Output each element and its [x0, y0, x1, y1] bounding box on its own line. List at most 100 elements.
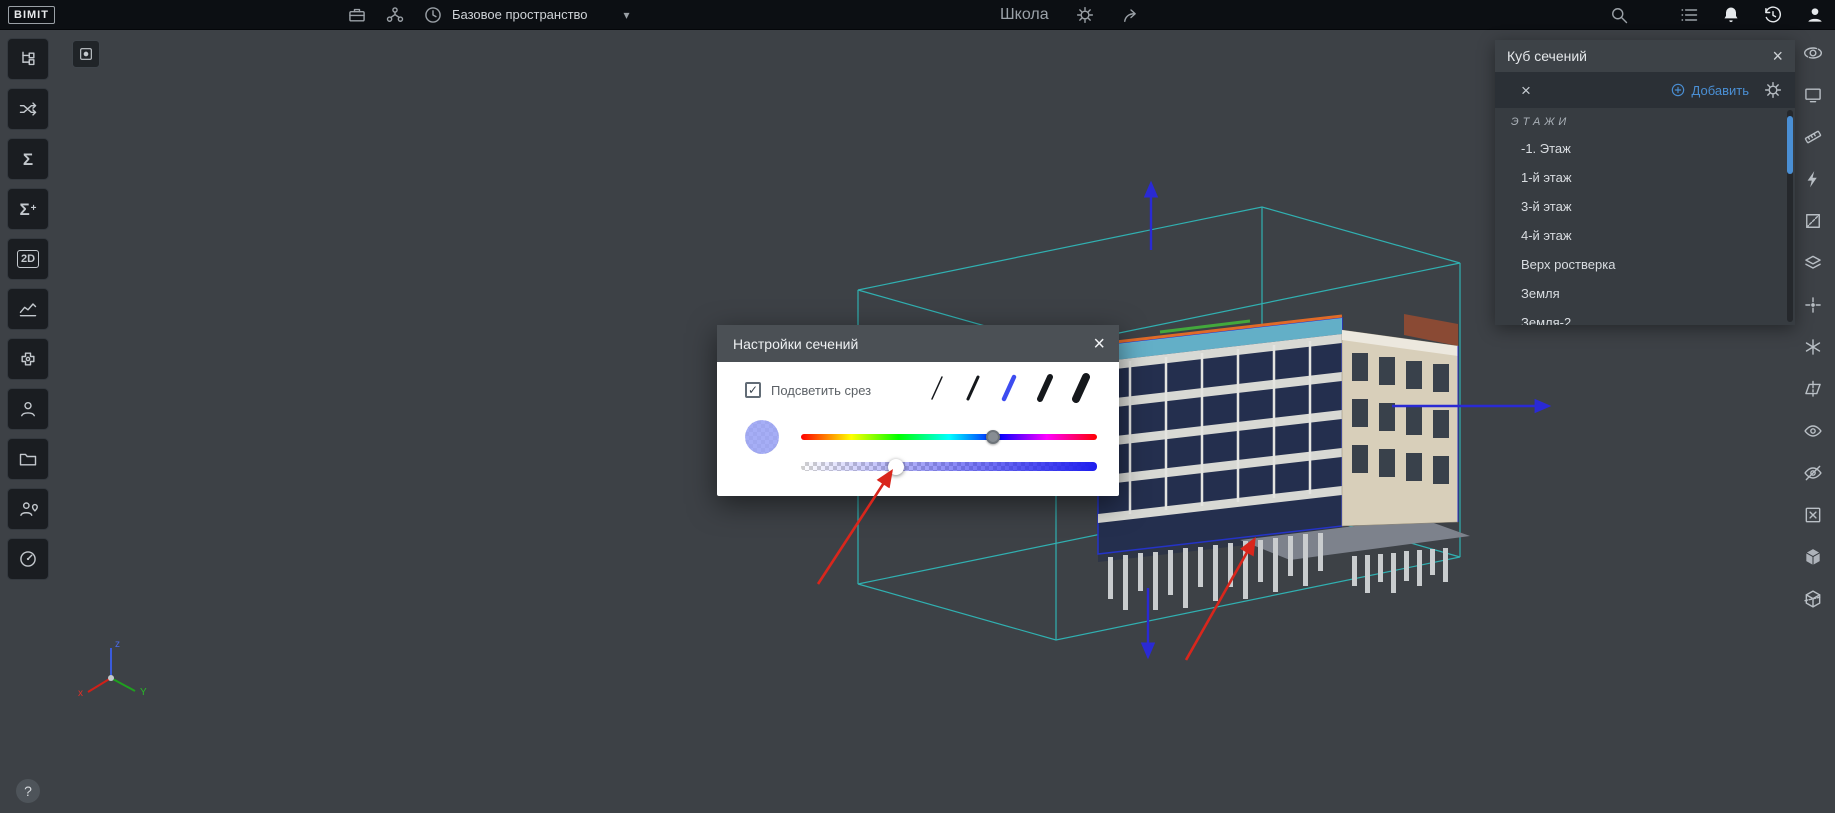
- line-weight-option[interactable]: [968, 377, 978, 399]
- line-weight-option-selected[interactable]: [1004, 377, 1014, 399]
- alpha-slider[interactable]: [801, 462, 1097, 471]
- measure-button[interactable]: [1798, 122, 1828, 152]
- sigma-icon: Σ: [23, 151, 33, 168]
- cube-button[interactable]: [1798, 542, 1828, 572]
- color-swatch[interactable]: [745, 420, 779, 454]
- links-button[interactable]: [7, 88, 49, 130]
- projects-button[interactable]: [347, 5, 367, 25]
- project-title: Школа: [1000, 6, 1049, 24]
- panel-scrollbar[interactable]: [1787, 110, 1793, 322]
- gauge-icon: [18, 549, 38, 569]
- time-tracking-button[interactable]: [423, 5, 443, 25]
- hide-elements-button[interactable]: [1798, 458, 1828, 488]
- org-icon: [385, 5, 405, 25]
- totals-add-button[interactable]: Σ+: [7, 188, 49, 230]
- bell-icon: [1721, 5, 1741, 25]
- list-item[interactable]: 3-й этаж: [1495, 192, 1795, 221]
- hue-slider[interactable]: [801, 434, 1097, 440]
- lightning-icon: [1803, 169, 1823, 189]
- list-icon: [1679, 5, 1699, 25]
- topbar: BIMIT Базовое пространство ▾ Школа: [0, 0, 1835, 30]
- clash-button[interactable]: [1798, 164, 1828, 194]
- 2d-view-button[interactable]: 2D: [7, 238, 49, 280]
- share-button[interactable]: [1121, 5, 1141, 25]
- gear-icon: [1075, 5, 1095, 25]
- model-structure-button[interactable]: [7, 38, 49, 80]
- alpha-slider-handle[interactable]: [888, 459, 904, 475]
- building-model[interactable]: [1076, 314, 1470, 610]
- puzzle-icon: [18, 349, 38, 369]
- dialog-close-button[interactable]: ×: [1093, 334, 1105, 354]
- hue-slider-handle[interactable]: [986, 430, 1000, 444]
- show-elements-button[interactable]: [1798, 416, 1828, 446]
- organization-button[interactable]: [385, 5, 405, 25]
- share-icon: [1121, 5, 1141, 25]
- totals-button[interactable]: Σ: [7, 138, 49, 180]
- color-swatch-fill: [745, 420, 779, 454]
- users-button[interactable]: [7, 388, 49, 430]
- section-cube-button[interactable]: [1798, 584, 1828, 614]
- workspace-selector[interactable]: Базовое пространство ▾: [452, 0, 630, 29]
- section-view-button[interactable]: [1798, 206, 1828, 236]
- section-cube-icon: [1803, 589, 1823, 609]
- point-icon: [1803, 295, 1823, 315]
- account-button[interactable]: [1805, 5, 1825, 25]
- task-list-button[interactable]: [1679, 5, 1699, 25]
- chevron-down-icon: ▾: [624, 8, 630, 22]
- project-settings-button[interactable]: [1075, 5, 1095, 25]
- point-button[interactable]: [1798, 290, 1828, 320]
- panel-scrollbar-thumb[interactable]: [1787, 116, 1793, 174]
- history-button[interactable]: [1763, 5, 1783, 25]
- fit-view-button[interactable]: [1798, 80, 1828, 110]
- right-toolbar: [1795, 38, 1831, 614]
- section-cube-panel: Куб сечений × × Добавить ЭТАЖИ -1. Этаж …: [1495, 40, 1795, 325]
- focus-view-button[interactable]: [72, 40, 100, 68]
- list-item[interactable]: -1. Этаж: [1495, 134, 1795, 163]
- user-location-button[interactable]: [7, 488, 49, 530]
- ruler-icon: [1803, 127, 1823, 147]
- dashboard-button[interactable]: [7, 538, 49, 580]
- charts-button[interactable]: [7, 288, 49, 330]
- line-weight-option[interactable]: [1040, 377, 1050, 399]
- project-files-button[interactable]: [7, 438, 49, 480]
- workspace-label: Базовое пространство: [452, 7, 588, 22]
- left-toolbar: Σ Σ+ 2D: [7, 38, 51, 580]
- orbit-button[interactable]: [1798, 38, 1828, 68]
- cube-icon: [1803, 547, 1823, 567]
- app-logo[interactable]: BIMIT: [8, 6, 55, 24]
- highlight-slice-checkbox[interactable]: ✓: [745, 382, 761, 398]
- notifications-button[interactable]: [1721, 5, 1741, 25]
- storeys-list: ЭТАЖИ -1. Этаж 1-й этаж 3-й этаж 4-й эта…: [1495, 108, 1795, 325]
- panel-title: Куб сечений: [1507, 48, 1587, 64]
- panel-close-button[interactable]: ×: [1772, 47, 1783, 65]
- deselect-button[interactable]: ×: [1521, 82, 1531, 99]
- line-weight-option[interactable]: [932, 377, 942, 399]
- axes-icon: [1803, 337, 1823, 357]
- panel-settings-button[interactable]: [1763, 80, 1783, 100]
- dialog-header[interactable]: Настройки сечений ×: [717, 325, 1119, 362]
- fit-screen-icon: [1803, 85, 1823, 105]
- focus-icon: [78, 46, 94, 62]
- app-window: z x Y BIMIT Базовое пространство ▾ Школа: [0, 0, 1835, 813]
- list-item[interactable]: 4-й этаж: [1495, 221, 1795, 250]
- chart-icon: [18, 299, 38, 319]
- storeys-icon: [1803, 253, 1823, 273]
- line-weight-option[interactable]: [1076, 377, 1086, 399]
- storeys-group-header: ЭТАЖИ: [1495, 108, 1795, 134]
- search-icon: [1609, 5, 1629, 25]
- help-button[interactable]: ?: [16, 779, 40, 803]
- section-settings-dialog: Настройки сечений × ✓ Подсветить срез: [717, 325, 1119, 496]
- add-section-button[interactable]: Добавить: [1670, 82, 1749, 98]
- list-item[interactable]: Земля: [1495, 279, 1795, 308]
- clear-section-button[interactable]: [1798, 500, 1828, 530]
- plugins-button[interactable]: [7, 338, 49, 380]
- section-plane-button[interactable]: [1798, 374, 1828, 404]
- list-item[interactable]: Верх ростверка: [1495, 250, 1795, 279]
- storeys-button[interactable]: [1798, 248, 1828, 278]
- axes-button[interactable]: [1798, 332, 1828, 362]
- axes-gizmo[interactable]: z x Y: [70, 635, 160, 710]
- search-button[interactable]: [1609, 5, 1629, 25]
- list-item[interactable]: Земля-2: [1495, 308, 1795, 325]
- list-item[interactable]: 1-й этаж: [1495, 163, 1795, 192]
- section-cut-icon: [1803, 211, 1823, 231]
